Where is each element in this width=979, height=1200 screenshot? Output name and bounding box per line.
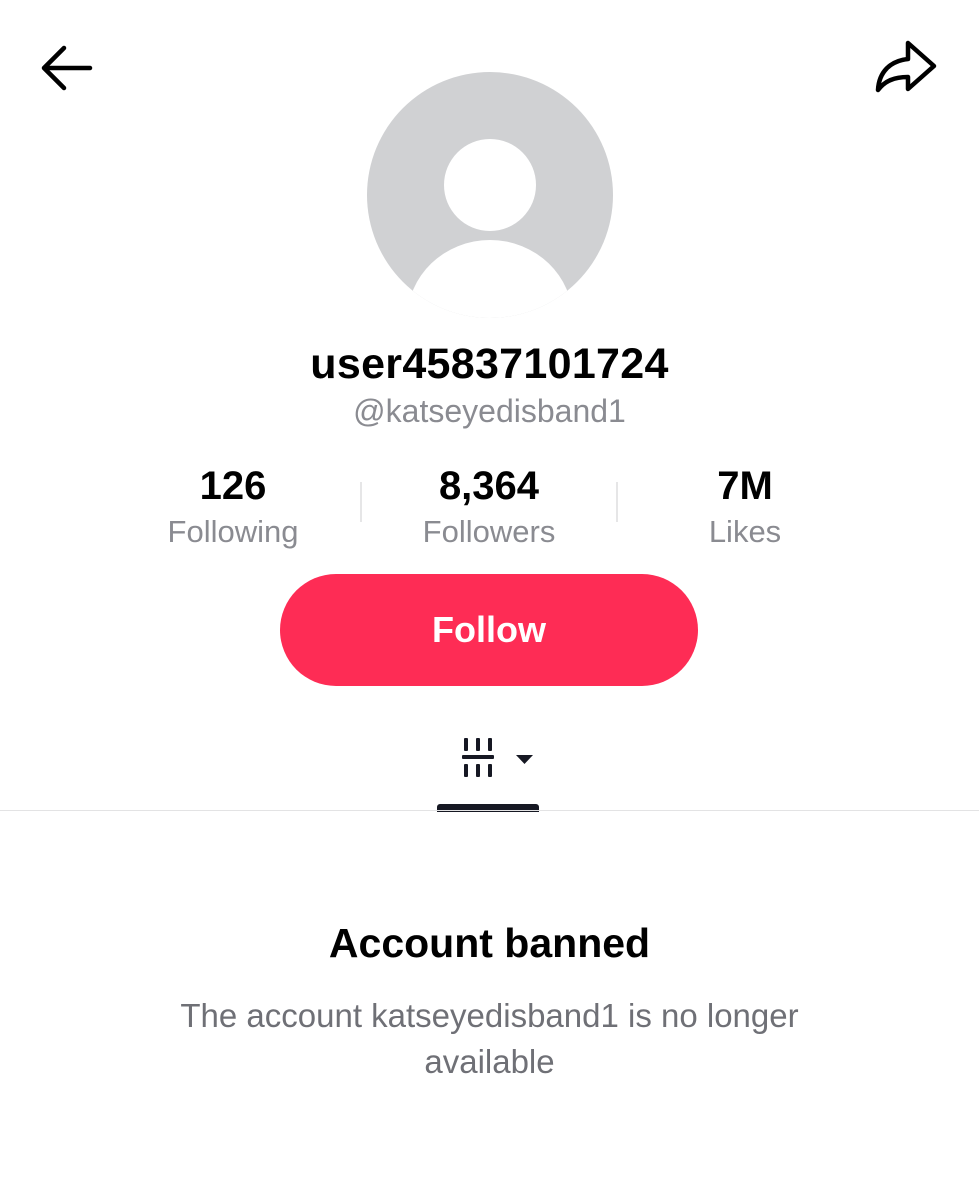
- back-button[interactable]: [36, 40, 96, 100]
- stat-label: Following: [167, 514, 299, 549]
- stat-value: 126: [199, 464, 267, 508]
- stat-label: Likes: [708, 514, 782, 549]
- banned-message: The account katseyedisband1 is no longer…: [180, 997, 799, 1080]
- stat-following[interactable]: 126 Following: [113, 462, 353, 552]
- display-name: user45837101724: [310, 340, 669, 388]
- share-arrow-icon: [875, 40, 937, 93]
- stat-followers[interactable]: 8,364 Followers: [369, 462, 609, 552]
- stat-label: Followers: [422, 514, 556, 549]
- stat-value: 7M: [717, 464, 773, 508]
- stat-value: 8,364: [438, 464, 540, 508]
- tab-divider: [0, 810, 979, 811]
- stat-divider: [616, 482, 618, 522]
- profile-page: user45837101724 @katseyedisband1 126 Fol…: [0, 0, 979, 1200]
- avatar[interactable]: [367, 72, 613, 318]
- share-button[interactable]: [874, 38, 938, 98]
- stat-divider: [360, 482, 362, 522]
- username-handle: @katseyedisband1: [353, 393, 626, 429]
- default-avatar-icon: [407, 139, 573, 318]
- follow-button[interactable]: Follow: [280, 574, 698, 686]
- arrow-left-icon: [41, 45, 93, 91]
- tab-videos[interactable]: [437, 728, 541, 812]
- grid-with-dropdown-icon: [462, 738, 533, 777]
- stat-likes: 7M Likes: [625, 462, 865, 552]
- banned-title: Account banned: [328, 920, 651, 966]
